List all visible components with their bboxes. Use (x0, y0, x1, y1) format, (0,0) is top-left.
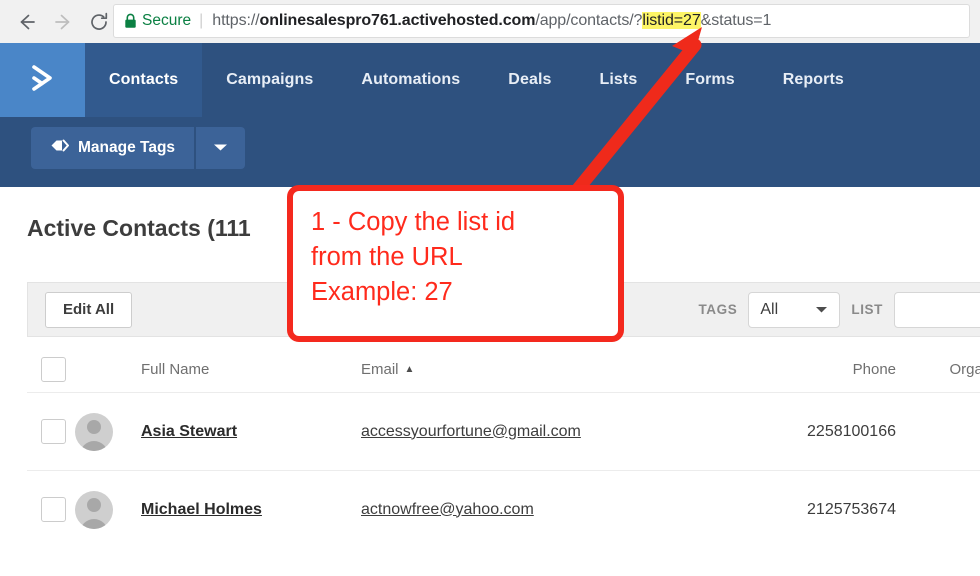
avatar-head (87, 497, 101, 512)
toolbar-filters: TAGS All LIST (698, 291, 980, 328)
back-arrow-icon (16, 11, 38, 33)
sub-action-bar: Manage Tags (0, 117, 980, 187)
table-header-row: Full Name Email ▲ Phone Organiz (27, 347, 980, 392)
app-logo[interactable] (0, 43, 85, 117)
contact-name-link[interactable]: Michael Holmes (141, 501, 262, 519)
tags-filter-select[interactable]: All (748, 291, 841, 328)
avatar-placeholder-icon (75, 412, 113, 451)
table-row[interactable]: Asia Stewart accessyourfortune@gmail.com… (27, 392, 980, 470)
avatar-placeholder-icon (75, 490, 113, 529)
page-title: Active Contacts (111 (27, 215, 251, 241)
secure-label: Secure (142, 12, 192, 29)
nav-item-reports[interactable]: Reports (759, 43, 868, 117)
row-select-cell (27, 497, 75, 522)
nav-item-deals[interactable]: Deals (484, 43, 575, 117)
activecampaign-chevron-logo-icon (23, 58, 63, 103)
chevron-down-icon (815, 301, 828, 319)
omnibox-separator: | (199, 12, 204, 29)
sort-ascending-icon: ▲ (404, 364, 415, 375)
select-all-header (27, 357, 75, 382)
nav-label: Automations (361, 71, 461, 88)
column-label: Full Name (141, 361, 210, 378)
nav-item-campaigns[interactable]: Campaigns (202, 43, 337, 117)
tags-filter-label: TAGS (698, 302, 738, 317)
nav-label: Campaigns (226, 71, 314, 88)
row-email-cell: accessyourfortune@gmail.com (361, 423, 756, 441)
browser-chrome: Secure | https://onlinesalespro761.activ… (0, 0, 980, 43)
url-text: https://onlinesalespro761.activehosted.c… (212, 12, 771, 30)
row-name-cell: Michael Holmes (141, 501, 361, 519)
app-top-nav: Contacts Campaigns Automations Deals Lis… (0, 43, 980, 117)
nav-item-lists[interactable]: Lists (576, 43, 662, 117)
row-organization-cell: - (896, 501, 980, 519)
reload-button[interactable] (82, 5, 116, 39)
column-header-email[interactable]: Email ▲ (361, 361, 756, 378)
nav-item-forms[interactable]: Forms (661, 43, 758, 117)
nav-label: Forms (685, 71, 735, 88)
annotation-callout: 1 - Copy the list id from the URL Exampl… (287, 185, 624, 342)
annotation-line-1: 1 - Copy the list id (311, 208, 516, 236)
table-row[interactable]: Michael Holmes actnowfree@yahoo.com 2125… (27, 470, 980, 548)
lock-icon (124, 13, 137, 29)
nav-label: Contacts (109, 71, 179, 88)
row-checkbox[interactable] (41, 419, 66, 444)
tag-icon (50, 138, 69, 158)
contact-phone: 2258100166 (807, 422, 896, 440)
annotation-line-2: from the URL (311, 243, 463, 271)
back-button[interactable] (10, 5, 44, 39)
column-header-phone[interactable]: Phone (756, 361, 896, 378)
column-label: Phone (852, 361, 896, 378)
reload-icon (88, 11, 110, 33)
tags-filter-value: All (760, 300, 779, 318)
edit-all-label: Edit All (63, 301, 115, 318)
url-highlight-listid: listid=27 (642, 12, 701, 29)
row-avatar-cell (75, 412, 141, 451)
url-path: /app/contacts/? (535, 12, 643, 29)
column-header-organization[interactable]: Organiz (896, 361, 980, 378)
avatar-shoulders (80, 518, 108, 529)
select-all-checkbox[interactable] (41, 357, 66, 382)
nav-label: Deals (508, 71, 552, 88)
contact-phone: 2125753674 (807, 500, 896, 518)
contact-email-link[interactable]: accessyourfortune@gmail.com (361, 423, 581, 441)
manage-tags-button[interactable]: Manage Tags (31, 127, 195, 169)
url-host: onlinesalespro761.activehosted.com (259, 12, 536, 29)
row-name-cell: Asia Stewart (141, 423, 361, 441)
address-bar[interactable]: Secure | https://onlinesalespro761.activ… (113, 4, 970, 38)
avatar-head (87, 419, 101, 434)
row-phone-cell: 2125753674 (756, 501, 896, 519)
browser-nav-buttons (0, 5, 116, 39)
edit-all-button[interactable]: Edit All (45, 291, 133, 328)
row-avatar-cell (75, 490, 141, 529)
list-filter-label: LIST (851, 302, 883, 317)
nav-item-contacts[interactable]: Contacts (85, 43, 203, 117)
contacts-table: Full Name Email ▲ Phone Organiz (27, 347, 980, 548)
chevron-down-icon (213, 139, 228, 157)
nav-label: Lists (599, 71, 638, 88)
row-select-cell (27, 419, 75, 444)
row-organization-cell: - (896, 423, 980, 441)
forward-button (46, 5, 80, 39)
forward-arrow-icon (52, 11, 74, 33)
screenshot-root: Secure | https://onlinesalespro761.activ… (0, 0, 980, 576)
nav-item-automations[interactable]: Automations (337, 43, 484, 117)
list-filter-select[interactable] (894, 291, 980, 328)
column-label: Email (361, 361, 399, 378)
manage-tags-group: Manage Tags (31, 127, 246, 169)
contact-name-link[interactable]: Asia Stewart (141, 423, 237, 441)
annotation-line-3: Example: 27 (311, 278, 453, 306)
row-email-cell: actnowfree@yahoo.com (361, 501, 756, 519)
url-rest: &status=1 (700, 12, 772, 29)
nav-label: Reports (782, 71, 844, 88)
avatar-shoulders (80, 440, 108, 451)
column-label: Organiz (949, 361, 980, 378)
url-scheme: https:// (212, 12, 260, 29)
manage-tags-dropdown-button[interactable] (196, 127, 246, 169)
column-header-full-name[interactable]: Full Name (141, 361, 361, 378)
row-checkbox[interactable] (41, 497, 66, 522)
contact-email-link[interactable]: actnowfree@yahoo.com (361, 501, 534, 519)
manage-tags-label: Manage Tags (78, 139, 176, 156)
row-phone-cell: 2258100166 (756, 423, 896, 441)
